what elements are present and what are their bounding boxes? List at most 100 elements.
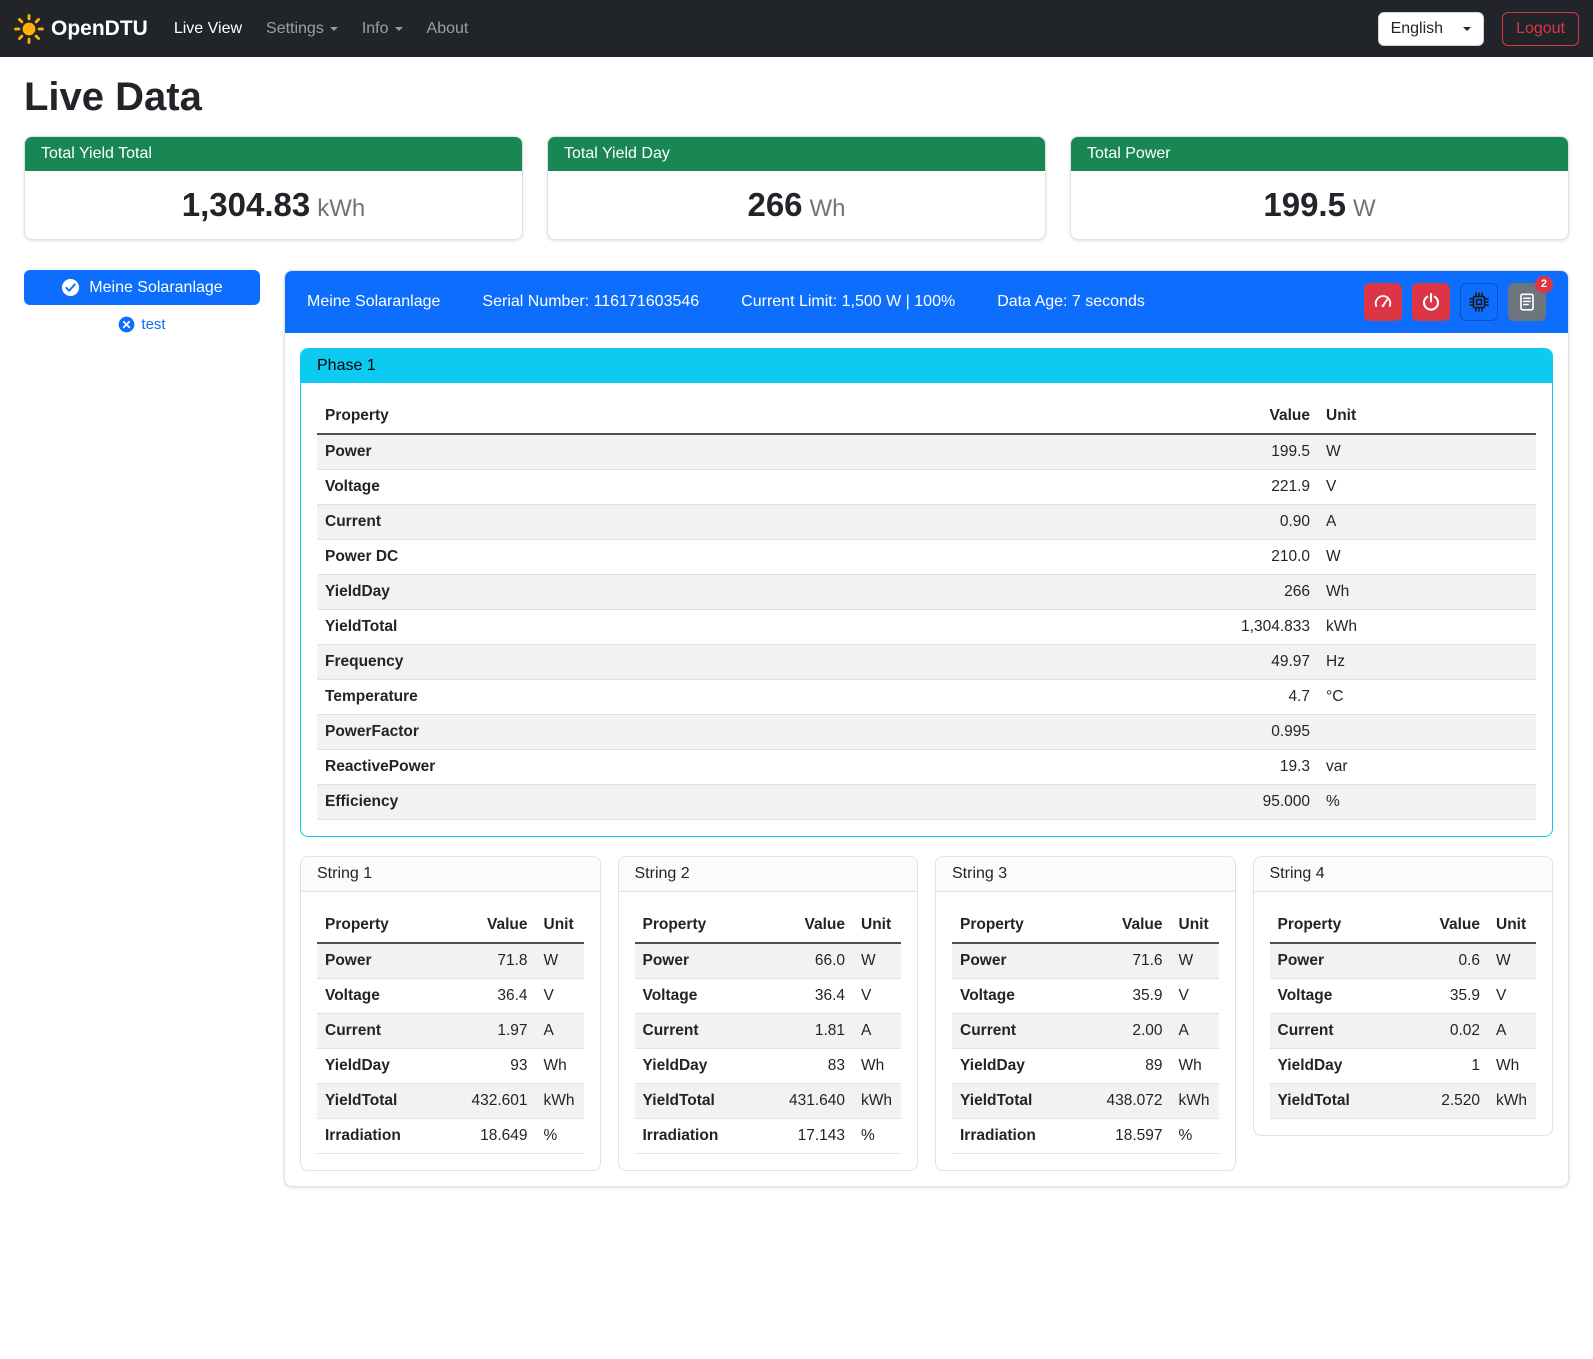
property-cell: YieldTotal xyxy=(317,1084,446,1119)
unit-cell: var xyxy=(1318,750,1536,785)
string-2-table: Property Value Unit Power66.0WVoltage36.… xyxy=(635,908,902,1154)
table-row: Power66.0W xyxy=(635,943,902,979)
phase-table: Property Value Unit Power199.5WVoltage22… xyxy=(317,399,1536,820)
card-unit: kWh xyxy=(317,195,365,222)
property-cell: Current xyxy=(952,1014,1081,1049)
property-cell: YieldTotal xyxy=(952,1084,1081,1119)
string-4-table: Property Value Unit Power0.6WVoltage35.9… xyxy=(1270,908,1537,1119)
property-cell: Current xyxy=(635,1014,764,1049)
table-header-row: Property Value Unit xyxy=(635,908,902,943)
column-header-unit: Unit xyxy=(853,908,901,943)
table-row: Current2.00A xyxy=(952,1014,1219,1049)
sun-icon xyxy=(14,14,44,44)
inverter-select-label: Meine Solaranlage xyxy=(89,279,222,297)
table-row: YieldTotal2.520kWh xyxy=(1270,1084,1537,1119)
card-total-yield-total: Total Yield Total 1,304.83kWh xyxy=(24,136,523,240)
page-content: Live Data Total Yield Total 1,304.83kWh … xyxy=(0,57,1593,1215)
property-cell: YieldDay xyxy=(635,1049,764,1084)
table-row: YieldTotal432.601kWh xyxy=(317,1084,584,1119)
card-title: Total Power xyxy=(1071,137,1568,171)
column-header-value: Value xyxy=(763,908,853,943)
nav-settings[interactable]: Settings xyxy=(254,12,350,46)
value-cell: 0.6 xyxy=(1398,943,1488,979)
unit-cell: % xyxy=(853,1119,901,1154)
value-cell: 432.601 xyxy=(446,1084,536,1119)
unit-cell xyxy=(1318,715,1536,750)
card-value: 199.5 xyxy=(1263,186,1346,223)
phase-panel: Phase 1 Property Value Unit Power199.5WV… xyxy=(300,348,1553,837)
top-navbar: OpenDTU Live View Settings Info About En… xyxy=(0,0,1593,57)
property-cell: Power xyxy=(952,943,1081,979)
brand[interactable]: OpenDTU xyxy=(14,14,148,44)
journal-icon xyxy=(1517,292,1537,312)
value-cell: 438.072 xyxy=(1081,1084,1171,1119)
unit-cell: % xyxy=(1171,1119,1219,1154)
brand-label: OpenDTU xyxy=(51,17,148,41)
property-cell: Temperature xyxy=(317,680,915,715)
inverter-name: Meine Solaranlage xyxy=(307,293,440,311)
value-cell: 210.0 xyxy=(915,540,1318,575)
value-cell: 1,304.833 xyxy=(915,610,1318,645)
inverter-panel-header: Meine Solaranlage Serial Number: 1161716… xyxy=(285,271,1568,333)
device-info-button[interactable] xyxy=(1460,283,1498,321)
chevron-down-icon xyxy=(330,27,338,31)
property-cell: Power xyxy=(635,943,764,979)
unit-cell: % xyxy=(1318,785,1536,820)
table-row: Voltage35.9V xyxy=(1270,979,1537,1014)
column-header-property: Property xyxy=(635,908,764,943)
unit-cell: kWh xyxy=(853,1084,901,1119)
nav-info[interactable]: Info xyxy=(350,12,415,46)
limit-settings-button[interactable] xyxy=(1364,283,1402,321)
unit-cell: Wh xyxy=(1488,1049,1536,1084)
phase-panel-title: Phase 1 xyxy=(301,349,1552,383)
unit-cell: kWh xyxy=(1318,610,1536,645)
table-row: Voltage35.9V xyxy=(952,979,1219,1014)
value-cell: 0.02 xyxy=(1398,1014,1488,1049)
value-cell: 66.0 xyxy=(763,943,853,979)
table-row: YieldTotal1,304.833kWh xyxy=(317,610,1536,645)
value-cell: 1.97 xyxy=(446,1014,536,1049)
card-value: 1,304.83 xyxy=(182,186,310,223)
power-button[interactable] xyxy=(1412,283,1450,321)
table-row: Power0.6W xyxy=(1270,943,1537,979)
value-cell: 2.520 xyxy=(1398,1084,1488,1119)
value-cell: 93 xyxy=(446,1049,536,1084)
property-cell: Voltage xyxy=(317,470,915,505)
table-header-row: Property Value Unit xyxy=(1270,908,1537,943)
table-row: Temperature4.7°C xyxy=(317,680,1536,715)
table-row: Voltage36.4V xyxy=(317,979,584,1014)
value-cell: 36.4 xyxy=(763,979,853,1014)
inverter-select-button[interactable]: Meine Solaranlage xyxy=(24,270,260,305)
language-select[interactable]: English xyxy=(1378,12,1484,46)
value-cell: 199.5 xyxy=(915,434,1318,470)
property-cell: Power xyxy=(317,943,446,979)
value-cell: 36.4 xyxy=(446,979,536,1014)
table-row: YieldDay93Wh xyxy=(317,1049,584,1084)
column-header-unit: Unit xyxy=(1488,908,1536,943)
table-header-row: Property Value Unit xyxy=(317,908,584,943)
value-cell: 89 xyxy=(1081,1049,1171,1084)
table-row: YieldTotal431.640kWh xyxy=(635,1084,902,1119)
column-header-property: Property xyxy=(317,908,446,943)
table-row: Voltage221.9V xyxy=(317,470,1536,505)
event-log-button[interactable]: 2 xyxy=(1508,283,1546,321)
unit-cell: V xyxy=(1171,979,1219,1014)
language-select-value: English xyxy=(1391,20,1443,38)
table-row: Voltage36.4V xyxy=(635,979,902,1014)
sidebar-item-test[interactable]: test xyxy=(118,316,165,333)
nav-about[interactable]: About xyxy=(415,12,481,46)
table-row: PowerFactor0.995 xyxy=(317,715,1536,750)
string-4-title: String 4 xyxy=(1254,857,1553,892)
nav-settings-label: Settings xyxy=(266,20,324,38)
card-value: 266 xyxy=(747,186,802,223)
table-row: Irradiation17.143% xyxy=(635,1119,902,1154)
column-header-unit: Unit xyxy=(1171,908,1219,943)
unit-cell: W xyxy=(536,943,584,979)
logout-button[interactable]: Logout xyxy=(1502,12,1579,46)
value-cell: 35.9 xyxy=(1398,979,1488,1014)
property-cell: PowerFactor xyxy=(317,715,915,750)
nav-live-view[interactable]: Live View xyxy=(162,12,254,46)
unit-cell: W xyxy=(1318,540,1536,575)
chevron-down-icon xyxy=(395,27,403,31)
card-unit: W xyxy=(1353,195,1376,222)
